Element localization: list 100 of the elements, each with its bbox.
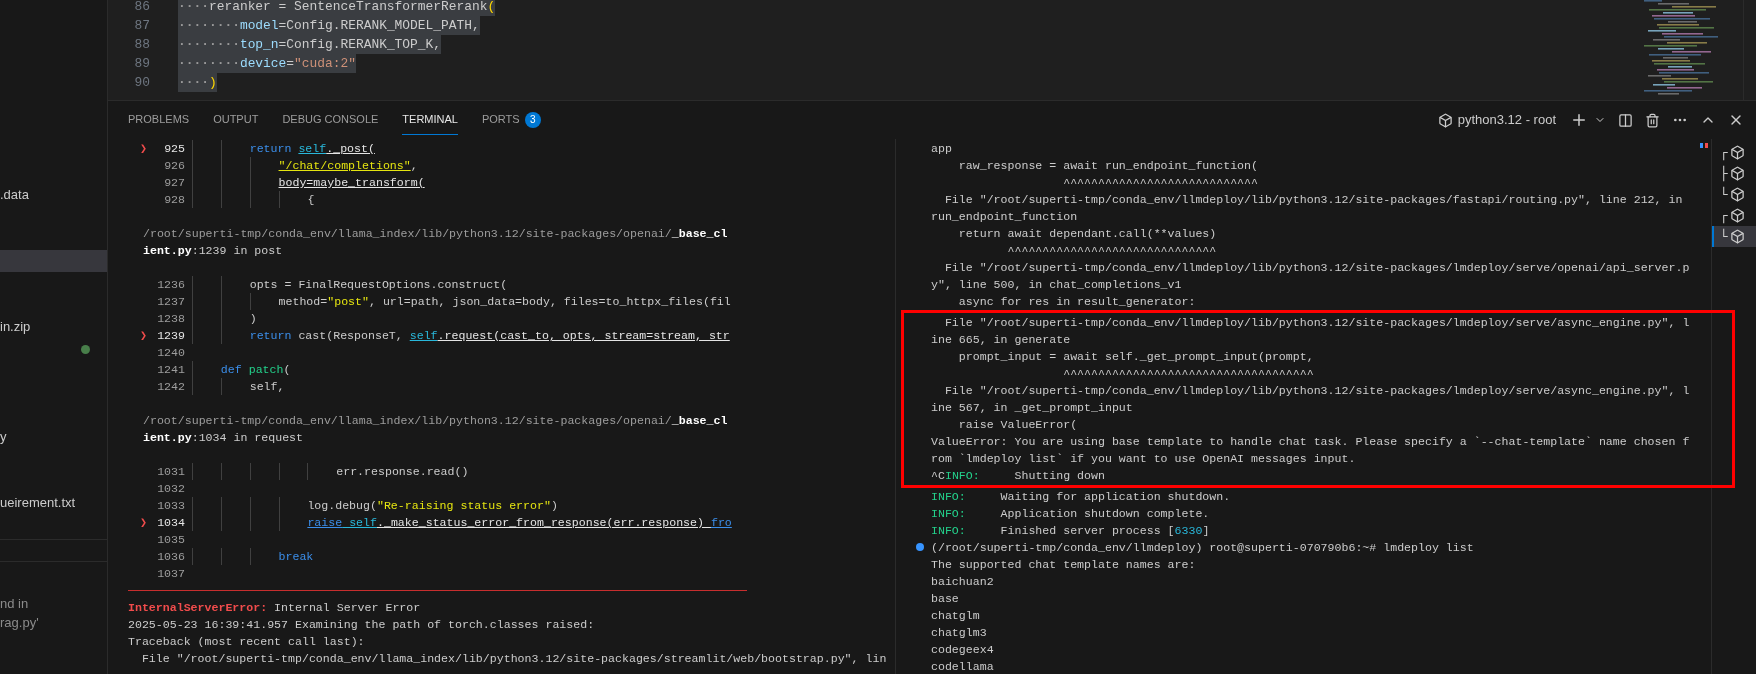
terminal-line: raise ValueError( [957,417,1078,433]
file-item[interactable]: .data [0,184,107,206]
terminal-profile-button[interactable]: python3.12 - root [1435,110,1558,130]
line-number: 1037 [156,566,185,582]
message-text: rag.py' [0,614,40,632]
panel-tab[interactable]: PROBLEMS [128,105,190,135]
code-line: "/chat/completions", [192,157,418,174]
line-number: 927 [163,175,185,191]
line-number: 1239 [156,328,185,344]
terminal-line: ine 665, in generate [931,332,1071,348]
terminal-line: base [931,591,959,607]
panel-tab[interactable]: PORTS 3 [481,105,541,135]
terminal-line: chatglm [931,608,980,624]
line-number: 1034 [156,515,185,531]
code-line: err.response.read() [192,463,469,480]
terminal-line: File "/root/superti-tmp/conda_env/llmdeploy/lib/python3.12/site-packages/lmdeploy/serve/async_engine.py", l [943,315,1690,331]
code-line: method="post", url=path, json_data=body, files=to_httpx_files(fil [192,293,731,310]
code-line: ) [192,310,257,327]
terminal-line: ine 567, in _get_prompt_input [931,400,1133,416]
frame-marker: ❯ [140,142,147,155]
line-number: 1240 [156,345,185,361]
line-number: 89 [133,55,150,73]
terminal-line: codegeex4 [931,642,994,658]
terminal-line: File "/root/superti-tmp/conda_env/llmdeploy/lib/python3.12/site-packages/lmdeploy/serve/openai/api_server.p [943,260,1690,276]
terminal-line: InternalServerError: Internal Server Error [128,600,421,616]
line-number: 925 [163,141,185,157]
add-terminal-icon[interactable] [1570,111,1588,129]
code-line: log.debug("Re-raising status error") [192,497,558,514]
frame-marker: ❯ [140,516,147,529]
terminal-line: 2025-05-23 16:39:41.957 Examining the path of torch.classes raised: [128,617,595,633]
terminal-list-item[interactable]: ┌ [1712,205,1756,226]
split-terminal-icon[interactable] [1618,112,1633,128]
panel-tab[interactable]: DEBUG CONSOLE [282,105,379,135]
terminal-list-item[interactable]: └ [1712,226,1756,247]
cube-icon [1729,187,1745,202]
terminal-line: File "/root/superti-tmp/conda_env/llmdeploy/lib/python3.12/site-packages/lmdeploy/serve/async_engine.py", l [943,383,1690,399]
panel-tab[interactable]: TERMINAL [402,105,458,135]
line-number: 1031 [156,464,185,480]
count-badge: 3 [524,111,541,128]
terminal-line: ValueError: You are using base template to handle chat task. Please specify a `--chat-template` name chosen f [931,434,1690,450]
line-number: 88 [133,36,150,54]
line-number: 928 [163,192,185,208]
line-number: 926 [163,158,185,174]
cube-icon [1729,208,1745,223]
terminal-line: async for res in result_generator: [957,294,1196,310]
terminal-line: return await dependant.call(**values) [957,226,1217,242]
file-path-line: ient.py:1239 in post [142,243,283,259]
terminal-line: File "/root/superti-tmp/conda_env/llama_index/lib/python3.12/site-packages/streamlit/web/bootstrap.py", lin [140,651,887,667]
command-line: (/root/superti-tmp/conda_env/llmdeploy) root@superti-070790b6:~# lmdeploy list [931,540,1474,556]
cube-icon [1729,166,1745,181]
cube-icon [1729,229,1745,244]
frame-marker: ❯ [140,329,147,342]
line-number: 90 [133,74,150,92]
file-path-line: /root/superti-tmp/conda_env/llama_index/lib/python3.12/site-packages/openai/_base_cl [142,413,728,429]
code-line: body=maybe_transform( [192,174,425,191]
terminal-list-item[interactable]: └ [1712,184,1756,205]
terminal-line: chatglm3 [931,625,987,641]
terminal-line: app [931,141,952,157]
terminal-line: raw_response = await run_endpoint_function( [957,158,1258,174]
code-line: return self._post( [192,140,375,157]
terminal-line: INFO: Waiting for application shutdown. [931,489,1231,505]
file-item[interactable]: ueirement.txt [0,492,107,514]
code-line: raise self._make_status_error_from_response(err.response) fro [192,514,732,531]
terminal-line: run_endpoint_function [931,209,1078,225]
terminal-list-item[interactable]: ┌ [1712,142,1756,163]
code-line: opts = FinalRequestOptions.construct( [192,276,508,293]
code-line: { [192,191,315,208]
terminal-line: Traceback (most recent call last): [128,634,365,650]
message-text: nd in [0,595,30,613]
line-number: 1241 [156,362,185,378]
terminal-line: rom `lmdeploy list` if you want to use OpenAI messages input. [931,451,1356,467]
terminal-line: INFO: Finished server process [6330] [931,523,1210,539]
line-number: 1035 [156,532,185,548]
line-number: 1238 [156,311,185,327]
terminal-line: baichuan2 [931,574,994,590]
file-item[interactable]: in.zip [0,316,107,338]
line-number: 1036 [156,549,185,565]
file-item[interactable]: y [0,426,107,448]
terminal-list-item[interactable]: ├ [1712,163,1756,184]
line-number: 87 [133,17,150,35]
terminal-line: y", line 500, in chat_completions_v1 [931,277,1182,293]
panel-tab[interactable]: OUTPUT [213,105,259,135]
file-path-line: /root/superti-tmp/conda_env/llama_index/lib/python3.12/site-packages/openai/_base_cl [142,226,728,242]
terminal-line: prompt_input = await self._get_prompt_input(prompt, [957,349,1314,365]
line-number: 86 [133,0,150,16]
terminal-line: ^CINFO: Shutting down [931,468,1105,484]
code-line: def patch( [192,361,291,378]
line-number: 1033 [156,498,185,514]
terminal-line: codellama [931,659,994,674]
terminal-line: INFO: Application shutdown complete. [931,506,1210,522]
line-number: 1242 [156,379,185,395]
cube-icon [1729,145,1745,160]
terminal-line: ^^^^^^^^^^^^^^^^^^^^^^^^^^^^^^^^^^^^ [1062,366,1314,382]
line-number: 1237 [156,294,185,310]
terminal-line: File "/root/superti-tmp/conda_env/llmdeploy/lib/python3.12/site-packages/fastapi/routing.py", line 212, in [943,192,1683,208]
terminal-line: The supported chat template names are: [931,557,1196,573]
code-line: break [192,548,314,565]
trash-icon[interactable] [1645,112,1660,128]
line-number: 1236 [156,277,185,293]
code-line: return cast(ResponseT, self.request(cast_to, opts, stream=stream, str [192,327,730,344]
